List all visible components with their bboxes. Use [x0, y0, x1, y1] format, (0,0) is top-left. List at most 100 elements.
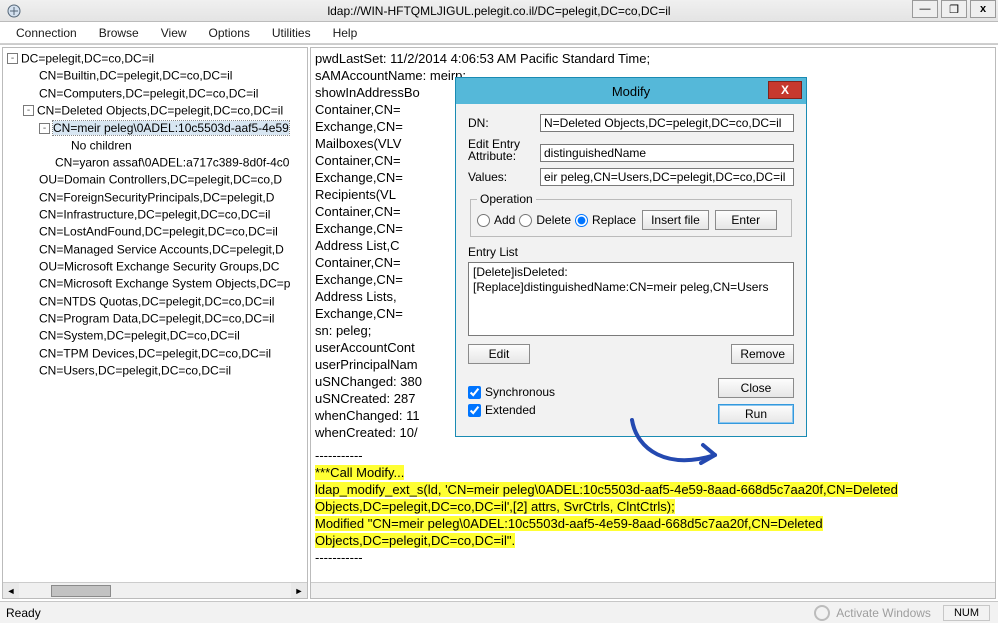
tree-panel: -DC=pelegit,DC=co,DC=ilCN=Builtin,DC=pel…	[2, 47, 308, 599]
extended-checkbox[interactable]: Extended	[468, 403, 555, 417]
entry-list[interactable]: [Delete]isDeleted:[Replace]distinguished…	[468, 262, 794, 336]
tree-node[interactable]: OU=Microsoft Exchange Security Groups,DC	[5, 258, 305, 275]
tree-node[interactable]: CN=Users,DC=pelegit,DC=co,DC=il	[5, 362, 305, 379]
tree-node-label: CN=yaron assaf\0ADEL:a717c389-8d0f-4c0	[55, 155, 289, 169]
detail-log-line: Objects,DC=pelegit,DC=co,DC=il',[2] attr…	[315, 499, 675, 514]
tree-node[interactable]: -DC=pelegit,DC=co,DC=il	[5, 50, 305, 67]
status-num: NUM	[943, 605, 990, 621]
tree-node[interactable]: CN=LostAndFound,DC=pelegit,DC=co,DC=il	[5, 223, 305, 240]
operation-replace-radio[interactable]: Replace	[575, 213, 636, 227]
tree-node-label: CN=ForeignSecurityPrincipals,DC=pelegit,…	[39, 190, 274, 204]
values-input[interactable]	[540, 168, 794, 186]
modify-dialog: Modify X DN: Edit Entry Attribute: Value…	[455, 77, 807, 437]
tree-node[interactable]: CN=Computers,DC=pelegit,DC=co,DC=il	[5, 85, 305, 102]
menu-view[interactable]: View	[153, 24, 195, 42]
scroll-right-arrow-icon[interactable]: ►	[291, 583, 307, 599]
detail-log-line: Objects,DC=pelegit,DC=co,DC=il".	[315, 533, 515, 548]
detail-log-line: Modified "CN=meir peleg\0ADEL:10c5503d-a…	[315, 516, 823, 531]
tree-node-label: CN=Deleted Objects,DC=pelegit,DC=co,DC=i…	[37, 103, 283, 117]
detail-log-line: ldap_modify_ext_s(ld, 'CN=meir peleg\0AD…	[315, 482, 898, 497]
tree-node[interactable]: CN=Builtin,DC=pelegit,DC=co,DC=il	[5, 67, 305, 84]
tree-scroll[interactable]: -DC=pelegit,DC=co,DC=ilCN=Builtin,DC=pel…	[3, 48, 307, 582]
tree-node-label: CN=Managed Service Accounts,DC=pelegit,D	[39, 242, 284, 256]
attribute-input[interactable]	[540, 144, 794, 162]
menu-browse[interactable]: Browse	[91, 24, 147, 42]
collapse-icon[interactable]: -	[39, 123, 50, 134]
modify-dialog-titlebar[interactable]: Modify X	[456, 78, 806, 104]
window-titlebar: ldap://WIN-HFTQMLJIGUL.pelegit.co.il/DC=…	[0, 0, 998, 22]
tree-node[interactable]: -CN=meir peleg\0ADEL:10c5503d-aaf5-4e59	[5, 119, 305, 136]
collapse-icon[interactable]: -	[23, 105, 34, 116]
tree-node-label: OU=Microsoft Exchange Security Groups,DC	[39, 259, 279, 273]
tree-node[interactable]: CN=Infrastructure,DC=pelegit,DC=co,DC=il	[5, 206, 305, 223]
status-ready: Ready	[6, 606, 41, 620]
windows-icon	[814, 605, 830, 621]
tree-node-label: DC=pelegit,DC=co,DC=il	[21, 51, 154, 65]
tree-node[interactable]: CN=System,DC=pelegit,DC=co,DC=il	[5, 327, 305, 344]
tree-node-label: CN=System,DC=pelegit,DC=co,DC=il	[39, 329, 240, 343]
tree-node-label: CN=TPM Devices,DC=pelegit,DC=co,DC=il	[39, 346, 271, 360]
tree-node[interactable]: CN=Managed Service Accounts,DC=pelegit,D	[5, 241, 305, 258]
detail-horizontal-scrollbar[interactable]	[311, 582, 995, 598]
modify-dialog-title: Modify	[612, 84, 650, 99]
tree-node-label: CN=Builtin,DC=pelegit,DC=co,DC=il	[39, 69, 232, 83]
detail-separator: -----------	[315, 549, 991, 566]
tree-node-label: CN=Users,DC=pelegit,DC=co,DC=il	[39, 363, 231, 377]
entry-list-item[interactable]: [Delete]isDeleted:	[473, 265, 789, 280]
menu-connection[interactable]: Connection	[8, 24, 85, 42]
tree-node[interactable]: -CN=Deleted Objects,DC=pelegit,DC=co,DC=…	[5, 102, 305, 119]
tree-node-label: OU=Domain Controllers,DC=pelegit,DC=co,D	[39, 173, 282, 187]
tree-node[interactable]: CN=ForeignSecurityPrincipals,DC=pelegit,…	[5, 189, 305, 206]
tree-node-label: CN=LostAndFound,DC=pelegit,DC=co,DC=il	[39, 225, 278, 239]
tree-horizontal-scrollbar[interactable]: ◄ ►	[3, 582, 307, 598]
tree-node[interactable]: No children	[5, 137, 305, 154]
menu-options[interactable]: Options	[201, 24, 258, 42]
collapse-icon[interactable]: -	[7, 53, 18, 64]
enter-button[interactable]: Enter	[715, 210, 777, 230]
minimize-button[interactable]: —	[912, 0, 938, 18]
modal-close-button[interactable]: Close	[718, 378, 794, 398]
tree-node-label: CN=Microsoft Exchange System Objects,DC=…	[39, 277, 290, 291]
tree-node[interactable]: OU=Domain Controllers,DC=pelegit,DC=co,D	[5, 171, 305, 188]
dn-input[interactable]	[540, 114, 794, 132]
restore-button[interactable]: ❐	[941, 0, 967, 18]
tree-node[interactable]: CN=Program Data,DC=pelegit,DC=co,DC=il	[5, 310, 305, 327]
operation-add-radio[interactable]: Add	[477, 213, 515, 227]
menu-bar: Connection Browse View Options Utilities Help	[0, 22, 998, 44]
tree-node-label: CN=Infrastructure,DC=pelegit,DC=co,DC=il	[39, 207, 270, 221]
tree-node[interactable]: CN=yaron assaf\0ADEL:a717c389-8d0f-4c0	[5, 154, 305, 171]
modify-dialog-close-button[interactable]: X	[768, 81, 802, 99]
window-title: ldap://WIN-HFTQMLJIGUL.pelegit.co.il/DC=…	[0, 4, 998, 18]
dn-label: DN:	[468, 116, 540, 130]
menu-help[interactable]: Help	[325, 24, 366, 42]
values-label: Values:	[468, 170, 540, 184]
entry-edit-button[interactable]: Edit	[468, 344, 530, 364]
scroll-left-arrow-icon[interactable]: ◄	[3, 583, 19, 599]
tree-node-label: No children	[71, 138, 132, 152]
entry-remove-button[interactable]: Remove	[731, 344, 794, 364]
tree-node-label: CN=Program Data,DC=pelegit,DC=co,DC=il	[39, 311, 274, 325]
app-icon	[6, 3, 22, 19]
menu-utilities[interactable]: Utilities	[264, 24, 319, 42]
tree-node[interactable]: CN=Microsoft Exchange System Objects,DC=…	[5, 275, 305, 292]
operation-delete-radio[interactable]: Delete	[519, 213, 571, 227]
detail-separator: -----------	[315, 447, 991, 464]
operation-legend: Operation	[477, 192, 536, 206]
entry-list-item[interactable]: [Replace]distinguishedName:CN=meir peleg…	[473, 280, 789, 295]
synchronous-checkbox[interactable]: Synchronous	[468, 385, 555, 399]
status-bar: Ready Activate Windows NUM	[0, 601, 998, 623]
insert-file-button[interactable]: Insert file	[642, 210, 709, 230]
tree-node-label: CN=NTDS Quotas,DC=pelegit,DC=co,DC=il	[39, 294, 274, 308]
tree-node[interactable]: CN=TPM Devices,DC=pelegit,DC=co,DC=il	[5, 345, 305, 362]
modal-run-button[interactable]: Run	[718, 404, 794, 424]
tree-node[interactable]: CN=NTDS Quotas,DC=pelegit,DC=co,DC=il	[5, 293, 305, 310]
close-button[interactable]: x	[970, 0, 996, 18]
detail-log-line: ***Call Modify...	[315, 465, 404, 480]
detail-line: pwdLastSet: 11/2/2014 4:06:53 AM Pacific…	[315, 50, 991, 67]
activate-windows-watermark: Activate Windows	[814, 605, 931, 621]
modify-dialog-body: DN: Edit Entry Attribute: Values: Operat…	[456, 104, 806, 436]
attribute-label: Edit Entry Attribute:	[468, 138, 540, 162]
tree-node-label: CN=meir peleg\0ADEL:10c5503d-aaf5-4e59	[53, 121, 289, 135]
scroll-thumb[interactable]	[51, 585, 111, 597]
tree-node-label: CN=Computers,DC=pelegit,DC=co,DC=il	[39, 86, 258, 100]
